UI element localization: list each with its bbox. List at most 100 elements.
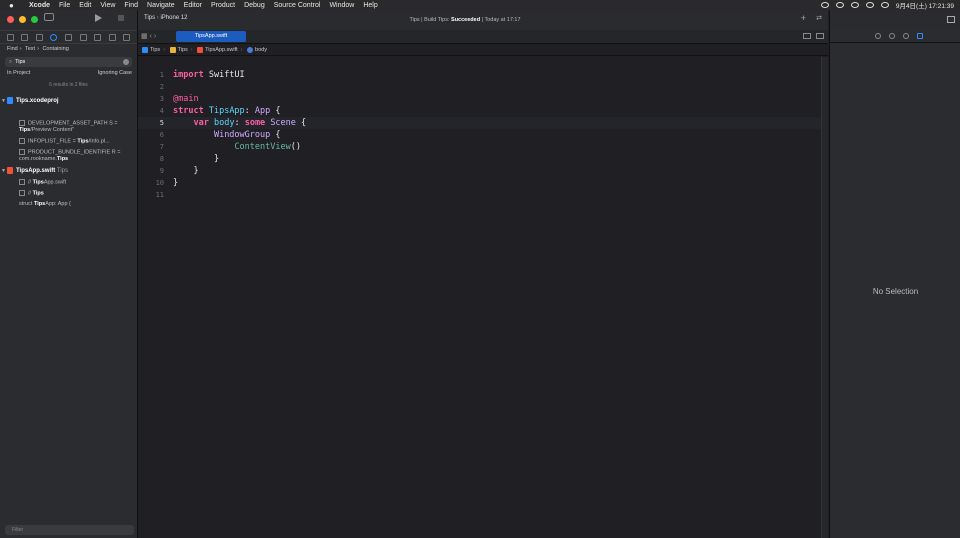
quick-help-icon[interactable] xyxy=(903,33,909,39)
sidebar-toggle-icon[interactable] xyxy=(44,13,54,21)
menu-app-name[interactable]: Xcode xyxy=(29,2,50,9)
find-mode[interactable]: Find xyxy=(7,46,18,52)
inspector-tabs xyxy=(830,30,960,43)
run-button[interactable] xyxy=(95,14,102,22)
result-item[interactable]: // TipsApp.swift xyxy=(19,179,132,186)
result-file-swift[interactable]: ▼ TipsApp.swift Tips xyxy=(0,167,137,174)
breakpoint-navigator-icon[interactable] xyxy=(108,33,116,41)
xcode-window: Find › Text › Containing ⌕ Tips In Project… xyxy=(0,10,960,538)
xcodeproj-icon xyxy=(7,97,13,104)
scheme-selector[interactable]: Tips › iPhone 12 xyxy=(144,15,188,21)
stop-button[interactable] xyxy=(118,15,124,21)
status-record-icon[interactable] xyxy=(820,2,829,8)
project-navigator-icon[interactable] xyxy=(6,33,14,41)
zoom-window-button[interactable] xyxy=(31,16,38,23)
code-line: 3 @main xyxy=(159,94,199,104)
filter-placeholder: Filter xyxy=(12,527,24,533)
disclosure-triangle-icon[interactable]: ▼ xyxy=(0,98,7,104)
code-line: 2 xyxy=(159,83,164,91)
find-search-input[interactable]: ⌕ Tips xyxy=(5,57,132,67)
code-review-icon[interactable]: ⇄ xyxy=(816,14,822,22)
navigator-panel: Find › Text › Containing ⌕ Tips In Project… xyxy=(0,10,138,538)
menu-view[interactable]: View xyxy=(100,2,115,9)
apple-menu-icon[interactable]: ● xyxy=(9,1,19,10)
device-name: iPhone 12 xyxy=(160,15,188,21)
menu-file[interactable]: File xyxy=(59,2,70,9)
result-file-name: TipsApp.swift xyxy=(16,168,56,175)
swift-file-icon xyxy=(7,167,13,174)
window-controls xyxy=(7,16,38,23)
inspector-toggle-icon[interactable] xyxy=(947,16,955,23)
code-line: 8 } xyxy=(159,154,220,164)
result-item[interactable]: INFOPLIST_FILE = Tips/Info.pl... xyxy=(19,138,132,145)
result-item[interactable]: PRODUCT_BUNDLE_IDENTIFIE R = com.rooknam… xyxy=(19,149,132,163)
issue-navigator-icon[interactable] xyxy=(64,33,72,41)
editor-tab-bar: ▦ ‹ › TipsApp.swift xyxy=(138,30,828,44)
find-scope[interactable]: In Project xyxy=(7,70,30,76)
jump-symbol[interactable]: body xyxy=(255,47,267,53)
clear-search-icon[interactable] xyxy=(123,59,129,65)
source-control-icon[interactable] xyxy=(21,33,29,41)
status-dropbox-icon[interactable] xyxy=(835,2,844,8)
code-line: 10} xyxy=(155,178,179,188)
jump-project[interactable]: Tips xyxy=(150,47,160,53)
history-inspector-icon[interactable] xyxy=(889,33,895,39)
tab-tipsapp-swift[interactable]: TipsApp.swift xyxy=(176,31,246,42)
navigator-filter-input[interactable]: Filter xyxy=(5,525,134,535)
library-add-icon[interactable]: + xyxy=(801,13,806,23)
status-battery-icon[interactable] xyxy=(865,2,874,8)
window-toolbar: Tips › iPhone 12 Tips | Build Tips: Succ… xyxy=(138,10,828,30)
file-inspector-icon[interactable] xyxy=(875,33,881,39)
menu-find[interactable]: Find xyxy=(124,2,138,9)
code-line: 9 } xyxy=(159,166,199,176)
split-editor-icon[interactable] xyxy=(816,33,824,39)
scheme-name: Tips xyxy=(144,15,156,21)
jump-group[interactable]: Tips xyxy=(178,47,188,53)
editor-options-icon[interactable] xyxy=(803,33,811,39)
editor-scrollbar[interactable] xyxy=(821,57,828,538)
find-type[interactable]: Text xyxy=(25,46,35,52)
case-option[interactable]: Ignoring Case xyxy=(98,70,132,76)
test-navigator-icon[interactable] xyxy=(79,33,87,41)
symbol-navigator-icon[interactable] xyxy=(35,33,43,41)
attributes-inspector-icon[interactable] xyxy=(917,33,923,39)
close-window-button[interactable] xyxy=(7,16,14,23)
disclosure-triangle-icon[interactable]: ▼ xyxy=(0,168,7,174)
code-line: 4 struct TipsApp: App { xyxy=(159,106,281,116)
minimize-window-button[interactable] xyxy=(19,16,26,23)
menu-product[interactable]: Product xyxy=(211,2,235,9)
result-file-group: Tips xyxy=(56,168,69,175)
source-editor[interactable]: 1 import SwiftUI 2 3 @main 4 struct TipsApp… xyxy=(138,57,828,538)
jump-file[interactable]: TipsApp.swift xyxy=(205,47,238,53)
menu-editor[interactable]: Editor xyxy=(184,2,202,9)
menu-clock[interactable]: 9月4日(土) 17:21:39 xyxy=(896,0,954,10)
menu-help[interactable]: Help xyxy=(363,2,377,9)
find-match[interactable]: Containing xyxy=(42,46,68,52)
status-search-icon[interactable] xyxy=(880,2,889,8)
project-icon xyxy=(142,46,148,53)
menu-window[interactable]: Window xyxy=(329,2,354,9)
menu-source-control[interactable]: Source Control xyxy=(274,2,321,9)
result-item[interactable]: struct TipsApp: App { xyxy=(19,201,132,208)
search-value: Tips xyxy=(15,59,26,65)
find-navigator-icon[interactable] xyxy=(50,33,58,41)
code-line: 1 import SwiftUI xyxy=(159,70,245,80)
menu-navigate[interactable]: Navigate xyxy=(147,2,175,9)
results-summary: 6 results in 2 files xyxy=(49,82,88,88)
menu-debug[interactable]: Debug xyxy=(244,2,265,9)
editor-nav-buttons[interactable]: ▦ ‹ › xyxy=(141,32,156,40)
status-wifi-icon[interactable] xyxy=(850,2,859,8)
result-item[interactable]: DEVELOPMENT_ASSET_PATH S = Tips/Preview … xyxy=(19,120,132,134)
comment-line-icon xyxy=(19,190,25,196)
editor-area: Tips › iPhone 12 Tips | Build Tips: Succ… xyxy=(138,10,828,538)
menu-edit[interactable]: Edit xyxy=(79,2,91,9)
inspector-toolbar xyxy=(830,10,960,30)
report-navigator-icon[interactable] xyxy=(123,33,131,41)
property-icon xyxy=(247,46,254,53)
debug-navigator-icon[interactable] xyxy=(94,33,102,41)
code-line: 11 xyxy=(155,191,164,199)
activity-status: Tips | Build Tips: Succeeded | Today at … xyxy=(409,17,521,23)
find-scope-row: In Project Ignoring Case xyxy=(7,70,132,76)
result-item[interactable]: // Tips xyxy=(19,190,132,197)
result-file-xcodeproj[interactable]: ▼ Tips.xcodeproj xyxy=(0,97,137,104)
